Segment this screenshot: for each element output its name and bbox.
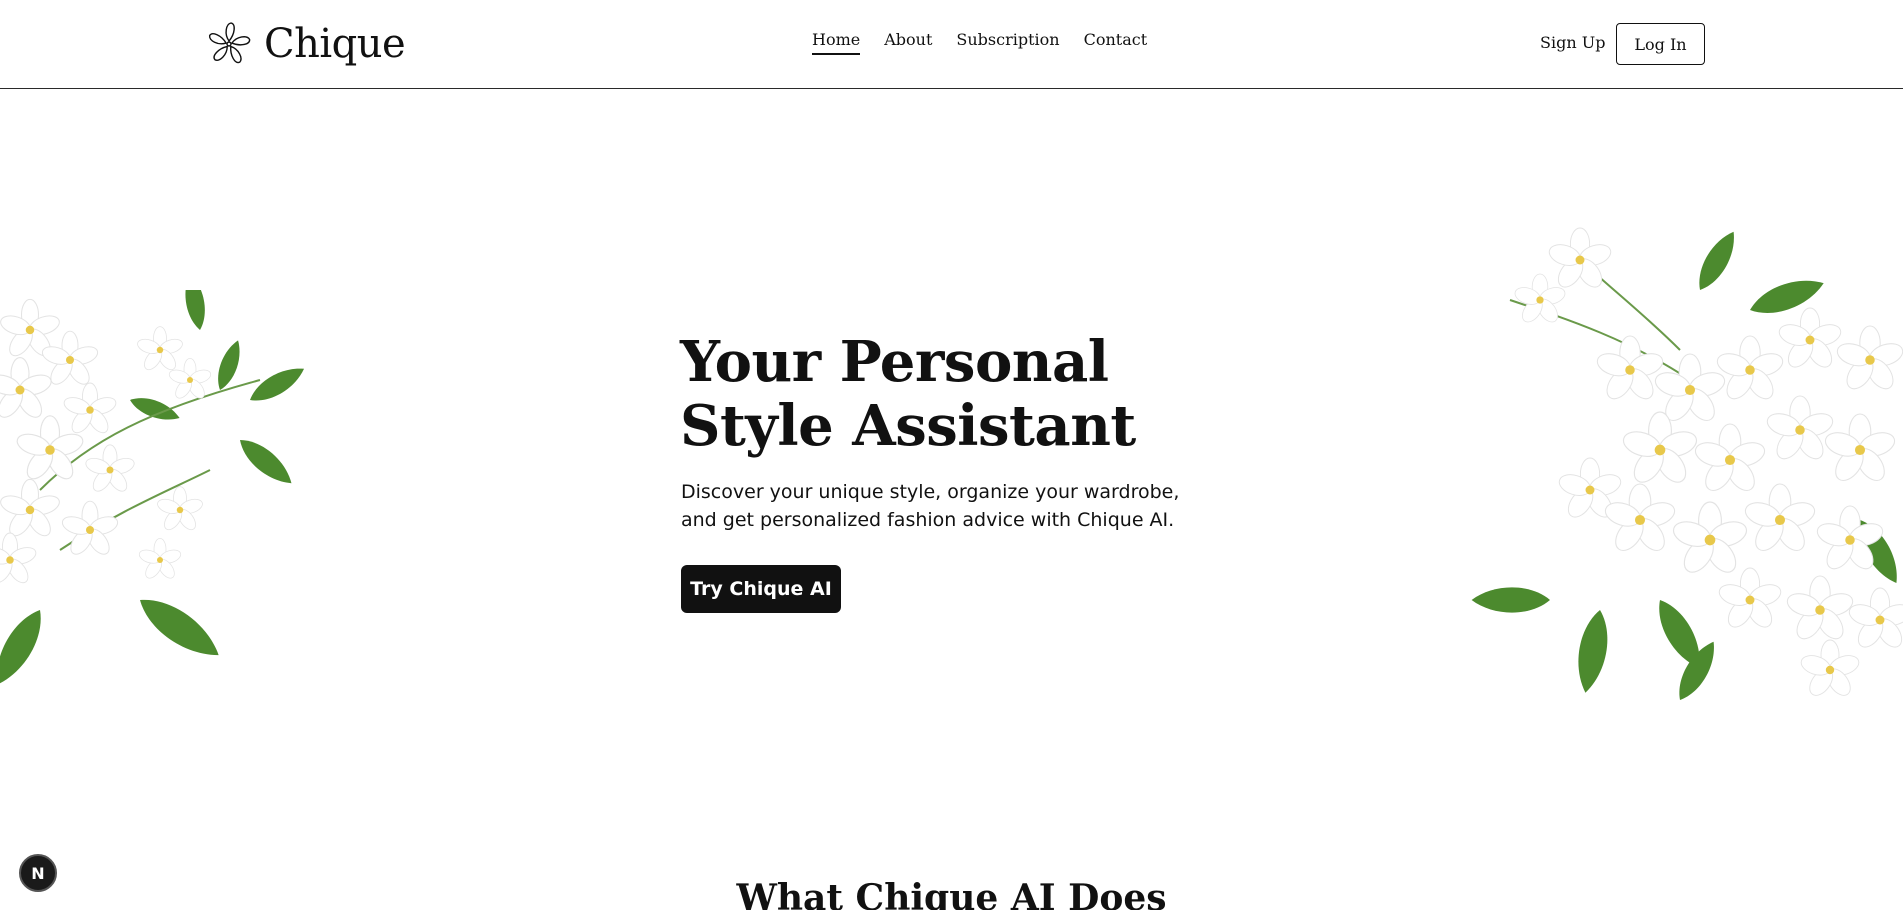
flower-logo-icon [208,22,251,64]
sign-up-link[interactable]: Sign Up [1540,33,1605,52]
nextjs-dev-badge[interactable]: N [19,854,57,892]
brand-logo[interactable]: Chique [206,18,406,70]
hero-description: Discover your unique style, organize you… [681,481,1180,531]
brand-name: Chique [264,21,406,67]
nav-link-subscription[interactable]: Subscription [956,30,1059,55]
nav-link-about[interactable]: About [884,30,932,55]
jasmine-flowers-right-image [1471,226,1903,706]
try-chique-ai-button[interactable]: Try Chique AI [681,565,841,613]
site-header: Chique Home About Subscription Contact S… [0,0,1903,89]
log-in-button[interactable]: Log In [1616,23,1705,65]
hero-title: Your Personal Style Assistant [680,329,1136,459]
section-title: What Chique AI Does [736,877,1167,910]
nav-link-contact[interactable]: Contact [1084,30,1148,55]
jasmine-flowers-left-image [0,290,309,692]
main-nav: Home About Subscription Contact [812,30,1171,55]
nav-link-home[interactable]: Home [812,30,861,55]
